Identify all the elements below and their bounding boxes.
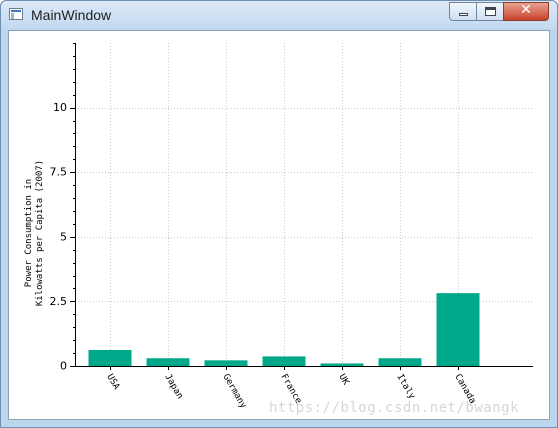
y-tick-label: 5 [60, 230, 67, 243]
x-tick-label-italy: Italy [394, 373, 416, 402]
y-tick-label: 7.5 [50, 166, 68, 179]
bar-germany [204, 360, 248, 366]
maximize-button[interactable] [476, 2, 504, 21]
bar-usa [88, 349, 132, 366]
minimize-button[interactable] [449, 2, 477, 21]
y-tick-label: 10 [53, 101, 67, 114]
y-tick-label: 2.5 [50, 295, 68, 308]
bar-italy [378, 358, 422, 366]
main-window: MainWindow ✕ 0 2.5 5 7.5 10 USA Japan Germany Fr… [0, 0, 558, 428]
bar-japan [146, 358, 190, 366]
bar-france [262, 356, 306, 366]
x-tick-label-japan: Japan [162, 373, 184, 401]
y-axis-label: Power Consumption in Kilowatts per Capit… [24, 159, 45, 307]
title-bar[interactable]: MainWindow ✕ [1, 1, 557, 29]
bar-chart: 02.557.510USA Japan Germany France UK Italy Ca… [50, 43, 533, 411]
chart-area: 0 2.5 5 7.5 10 USA Japan Germany France UK Italy Ca… [8, 30, 550, 420]
y-tick-label: 0 [60, 360, 67, 373]
window-title: MainWindow [31, 7, 112, 23]
close-icon: ✕ [520, 2, 532, 18]
x-tick-label-uk: UK [336, 373, 350, 388]
bar-uk [320, 363, 364, 366]
x-tick-label-germany: Germany [220, 373, 248, 411]
watermark: https://blog.csdn.net/bwangk [269, 400, 520, 416]
close-button[interactable]: ✕ [503, 2, 549, 21]
app-icon[interactable] [9, 8, 23, 20]
x-tick-label-usa: USA [104, 373, 121, 393]
bar-canada [436, 293, 480, 366]
